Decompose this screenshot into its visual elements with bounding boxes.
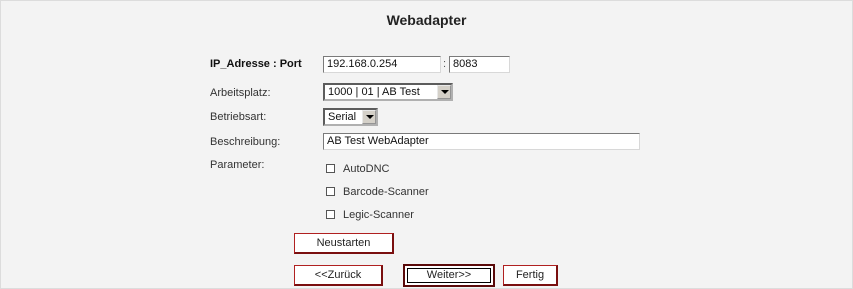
weiter-button[interactable]: Weiter>> <box>403 264 495 287</box>
checkbox-barcode-scanner[interactable] <box>326 187 335 196</box>
chevron-down-icon[interactable] <box>362 110 376 124</box>
port-input[interactable]: 8083 <box>449 56 510 73</box>
page-title: Webadapter <box>386 12 467 28</box>
arbeitsplatz-value: 1000 | 01 | AB Test <box>328 86 420 98</box>
betriebsart-select[interactable]: Serial <box>323 108 378 126</box>
weiter-button-label: Weiter>> <box>407 268 491 283</box>
arbeitsplatz-label: Arbeitsplatz: <box>210 87 271 99</box>
checkbox-legic-scanner[interactable] <box>326 210 335 219</box>
beschreibung-input[interactable]: AB Test WebAdapter <box>323 133 640 150</box>
param-barcode-scanner[interactable]: Barcode-Scanner <box>326 186 429 198</box>
beschreibung-label: Beschreibung: <box>210 136 281 148</box>
chevron-down-icon[interactable] <box>437 85 451 99</box>
betriebsart-value: Serial <box>328 111 357 123</box>
betriebsart-label: Betriebsart: <box>210 111 267 123</box>
fertig-button[interactable]: Fertig <box>503 265 558 286</box>
neustarten-button[interactable]: Neustarten <box>294 233 394 254</box>
param-barcode-label: Barcode-Scanner <box>343 186 429 198</box>
checkbox-autodnc[interactable] <box>326 164 335 173</box>
ip-address-input[interactable]: 192.168.0.254 <box>323 56 441 73</box>
parameter-label: Parameter: <box>210 159 265 171</box>
port-separator: : <box>443 58 447 70</box>
param-legic-scanner[interactable]: Legic-Scanner <box>326 209 414 221</box>
arbeitsplatz-select[interactable]: 1000 | 01 | AB Test <box>323 83 453 101</box>
zurueck-button[interactable]: <<Zurück <box>294 265 383 286</box>
ip-port-label: IP_Adresse : Port <box>210 58 302 70</box>
param-legic-label: Legic-Scanner <box>343 209 414 221</box>
param-autodnc-label: AutoDNC <box>343 163 390 175</box>
param-autodnc[interactable]: AutoDNC <box>326 163 389 175</box>
